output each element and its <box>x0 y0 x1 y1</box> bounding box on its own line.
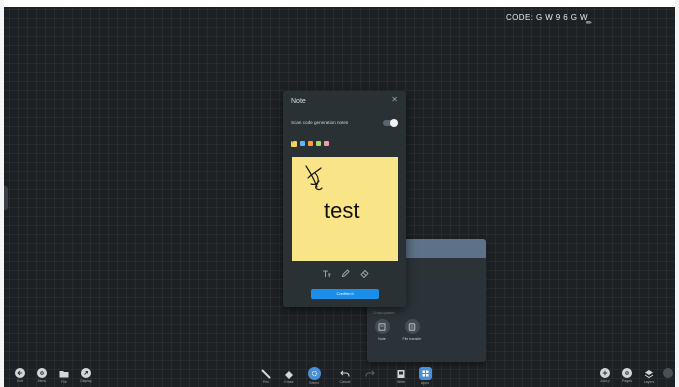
note-dialog-title: Note <box>291 98 306 105</box>
write-icon <box>396 368 407 379</box>
swatch-green[interactable] <box>316 141 321 146</box>
screen-frame-top <box>0 0 679 7</box>
text-format-icon[interactable] <box>321 268 331 278</box>
redo-icon <box>365 368 376 379</box>
swatch-orange[interactable] <box>308 141 313 146</box>
toggle-knob <box>390 119 398 127</box>
toolbar-layers-label: Layers <box>643 380 655 384</box>
toolbar-exit[interactable]: Exit <box>9 368 31 383</box>
toolbar-select[interactable]: Select <box>303 367 325 385</box>
tools-section-label: Cross-system <box>373 311 395 315</box>
select-icon <box>307 367 321 380</box>
toolbar-redo[interactable] <box>359 368 381 380</box>
toolbar-add-page-label: Add p <box>600 379 610 383</box>
toolbar-pen[interactable]: Pen <box>255 368 277 384</box>
swatch-pink[interactable] <box>324 141 329 146</box>
note-tool[interactable]: Note <box>367 319 397 342</box>
pages-icon <box>622 368 632 378</box>
pen-icon[interactable] <box>340 268 350 278</box>
toolbar-display-label: Display <box>80 379 92 383</box>
toolbar-add-page[interactable]: Add p <box>594 368 616 383</box>
undo-icon <box>340 368 351 379</box>
file-transfer-tool-label: File transfer <box>402 337 422 341</box>
file-transfer-tool[interactable]: File transfer <box>397 319 427 342</box>
eraser-icon <box>284 368 295 379</box>
scan-code-label: Scan code generation notes <box>291 120 349 125</box>
session-code-label: CODE: G W 9 6 G W <box>506 13 588 22</box>
close-icon[interactable]: ✕ <box>391 96 398 104</box>
pen-icon <box>261 368 272 379</box>
note-tools <box>321 268 369 278</box>
toolbar-file-label: File <box>61 380 67 384</box>
exit-icon <box>15 368 25 378</box>
file-transfer-icon <box>404 319 420 334</box>
handwriting-drawing <box>305 165 323 191</box>
sticky-note-text: test <box>324 198 360 223</box>
confirm-button[interactable]: Confirm it <box>311 289 379 299</box>
screen-frame-right <box>675 0 679 387</box>
settings-icon <box>37 368 47 378</box>
toolbar-exit-label: Exit <box>17 379 23 383</box>
layers-icon <box>644 368 655 379</box>
swatch-yellow[interactable]: ✓ <box>291 138 297 147</box>
color-swatch-row: ✓ <box>291 138 329 147</box>
swatch-blue[interactable] <box>300 141 305 146</box>
toolbar-file[interactable]: File <box>53 368 75 384</box>
note-icon <box>374 319 390 334</box>
toolbar-apps-label: Apps <box>421 381 429 385</box>
toolbar-cancel[interactable]: Cancel <box>334 368 356 384</box>
toolbar-cancel-label: Cancel <box>339 380 351 384</box>
toolbar-erase-label: Erase <box>284 380 294 384</box>
note-dialog: Note ✕ Scan code generation notes ✓ test… <box>283 91 406 307</box>
sticky-note-canvas[interactable]: test <box>292 157 398 261</box>
toolbar-pages[interactable]: Pages <box>616 368 638 383</box>
scan-code-toggle[interactable] <box>383 119 398 127</box>
toolbar-pen-label: Pen <box>262 380 270 384</box>
folder-icon <box>59 368 70 379</box>
toolbar-more[interactable] <box>657 368 679 379</box>
toolbar-write-label: Write <box>396 380 406 384</box>
apps-icon <box>418 367 432 380</box>
toolbar-write[interactable]: Write <box>390 368 412 384</box>
selected-check-icon: ✓ <box>291 138 297 145</box>
edit-code-icon[interactable]: ✏ <box>586 19 592 27</box>
toolbar-select-label: Select <box>309 381 319 385</box>
toolbar-apps[interactable]: Apps <box>414 367 436 385</box>
more-icon <box>663 368 673 378</box>
eraser-icon[interactable] <box>359 268 369 278</box>
add-page-icon <box>600 368 610 378</box>
toolbar-erase[interactable]: Erase <box>278 368 300 384</box>
toolbar-pages-label: Pages <box>622 379 632 383</box>
toolbar-display[interactable]: Display <box>75 368 97 383</box>
display-icon <box>81 368 91 378</box>
toolbar-menu-label: Menu <box>37 379 47 383</box>
note-tool-label: Note <box>378 337 386 341</box>
side-drawer-handle[interactable] <box>4 186 8 210</box>
toolbar-menu[interactable]: Menu <box>31 368 53 383</box>
